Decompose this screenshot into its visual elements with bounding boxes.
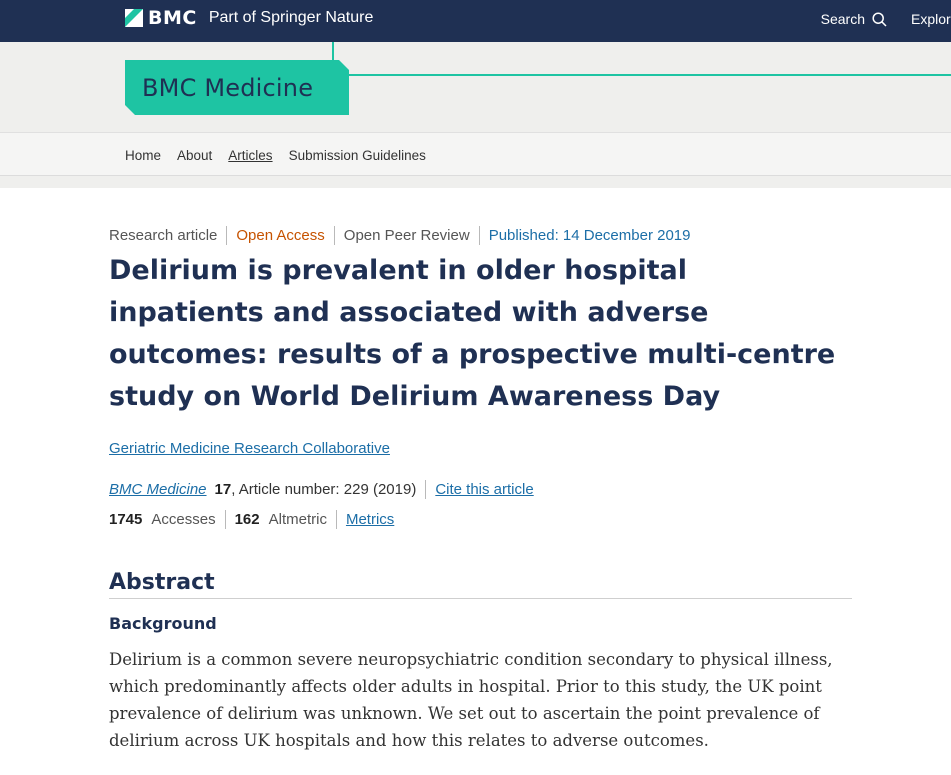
nav-item-submission-guidelines[interactable]: Submission Guidelines	[289, 148, 426, 163]
nav-item-home[interactable]: Home	[125, 148, 161, 163]
journal-header: BMC Medicine	[0, 42, 951, 132]
article-type: Research article	[109, 227, 218, 244]
header-divider-strip	[0, 176, 951, 188]
article-metrics: 1745 Accesses 162 Altmetric Metrics	[109, 510, 394, 529]
meta-divider	[333, 226, 335, 245]
open-peer-review-label: Open Peer Review	[343, 227, 470, 244]
author-link[interactable]: Geriatric Medicine Research Collaborativ…	[109, 440, 390, 457]
journal-title: BMC Medicine	[142, 73, 314, 102]
background-paragraph: Delirium is a common severe neuropsychia…	[109, 650, 833, 750]
published-date: Published: 14 December 2019	[488, 227, 691, 244]
article-meta: Research article Open Access Open Peer R…	[109, 226, 690, 245]
meta-divider	[335, 510, 337, 529]
metrics-link[interactable]: Metrics	[346, 511, 394, 528]
bmc-logo-icon	[125, 9, 143, 27]
accesses-label: Accesses	[151, 511, 216, 528]
altmetric-label: Altmetric	[268, 511, 327, 528]
volume-number: 17	[214, 481, 232, 498]
article-number: , Article number: 229 (2019)	[231, 481, 417, 498]
cite-this-article-link[interactable]: Cite this article	[435, 481, 533, 498]
top-actions: Search Explore journals	[821, 0, 951, 38]
meta-divider	[478, 226, 480, 245]
abstract-heading: Abstract	[109, 570, 852, 599]
nav-item-articles[interactable]: Articles	[228, 148, 272, 163]
article-title: Delirium is prevalent in older hospital …	[109, 255, 836, 412]
meta-divider	[226, 226, 228, 245]
top-bar: BMC Part of Springer Nature Search Explo…	[0, 0, 951, 42]
search-label: Search	[820, 11, 865, 27]
brand-tagline: Part of Springer Nature	[208, 9, 374, 26]
journal-title-link[interactable]: BMC Medicine	[125, 60, 349, 115]
altmetric-count: 162	[234, 511, 260, 528]
bmc-brand-link[interactable]: BMC Part of Springer Nature	[125, 7, 374, 29]
open-access-badge: Open Access	[236, 227, 325, 244]
search-icon	[872, 11, 887, 27]
meta-divider	[425, 480, 427, 499]
search-button[interactable]: Search	[821, 11, 887, 27]
citation-line: BMC Medicine 17 , Article number: 229 (2…	[109, 480, 534, 499]
journal-name-link[interactable]: BMC Medicine	[109, 481, 207, 498]
meta-divider	[224, 510, 226, 529]
journal-nav: Home About Articles Submission Guideline…	[0, 132, 951, 176]
explore-journals-button[interactable]: Explore journals	[911, 11, 951, 27]
nav-item-about[interactable]: About	[177, 148, 212, 163]
journal-nav-list: Home About Articles Submission Guideline…	[125, 148, 442, 163]
brand-name: BMC	[148, 7, 197, 29]
accesses-count: 1745	[109, 511, 143, 528]
background-heading: Background	[109, 614, 217, 633]
